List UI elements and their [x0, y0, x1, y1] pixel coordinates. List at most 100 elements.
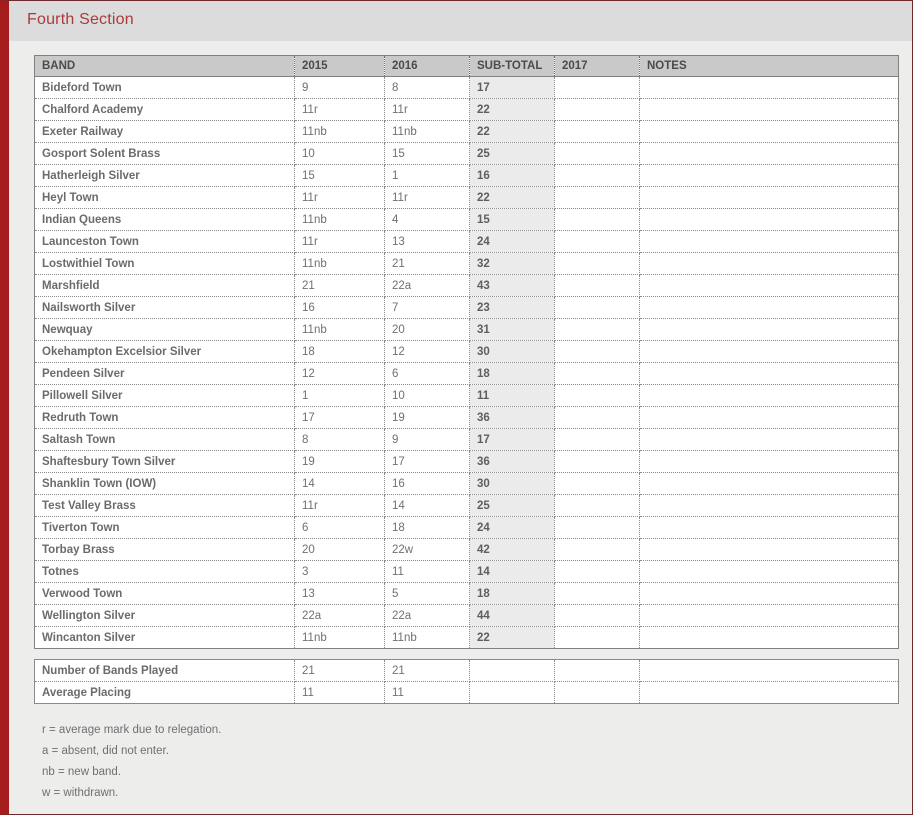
column-header-2015[interactable]: 2015 [294, 55, 385, 77]
cell-summary-label: Average Placing [34, 681, 295, 704]
cell-subtotal: 22 [469, 120, 555, 143]
cell-subtotal: 36 [469, 406, 555, 429]
column-header-notes[interactable]: NOTES [639, 55, 899, 77]
table-row: Shanklin Town (IOW) 14 16 30 [34, 472, 899, 495]
cell-2015: 6 [294, 516, 385, 539]
cell-2016: 20 [384, 318, 470, 341]
table-row: Gosport Solent Brass 10 15 25 [34, 142, 899, 165]
table-row: Hatherleigh Silver 15 1 16 [34, 164, 899, 187]
cell-notes [639, 120, 899, 143]
content-area: BAND 2015 2016 SUB-TOTAL 2017 NOTES Bide… [9, 41, 912, 814]
cell-subtotal: 18 [469, 362, 555, 385]
cell-notes [639, 164, 899, 187]
cell-2017 [554, 76, 640, 99]
table-row: Pendeen Silver 12 6 18 [34, 362, 899, 385]
cell-band: Tiverton Town [34, 516, 295, 539]
cell-2015: 3 [294, 560, 385, 583]
cell-2015: 11nb [294, 208, 385, 231]
cell-notes [639, 362, 899, 385]
table-row: Indian Queens 11nb 4 15 [34, 208, 899, 231]
column-header-subtotal[interactable]: SUB-TOTAL [469, 55, 555, 77]
table-row: Shaftesbury Town Silver 19 17 36 [34, 450, 899, 473]
cell-band: Indian Queens [34, 208, 295, 231]
cell-band: Redruth Town [34, 406, 295, 429]
results-table-header: BAND 2015 2016 SUB-TOTAL 2017 NOTES [34, 55, 899, 77]
cell-notes [639, 208, 899, 231]
summary-row: Average Placing 11 11 [34, 681, 899, 704]
table-row: Saltash Town 8 9 17 [34, 428, 899, 451]
table-row: Heyl Town 11r 11r 22 [34, 186, 899, 209]
cell-notes [639, 296, 899, 319]
cell-band: Saltash Town [34, 428, 295, 451]
cell-subtotal: 30 [469, 340, 555, 363]
cell-notes [639, 516, 899, 539]
cell-subtotal: 36 [469, 450, 555, 473]
cell-2017 [554, 252, 640, 275]
cell-2017 [554, 362, 640, 385]
cell-2015: 10 [294, 142, 385, 165]
cell-band: Gosport Solent Brass [34, 142, 295, 165]
cell-subtotal: 43 [469, 274, 555, 297]
cell-band: Nailsworth Silver [34, 296, 295, 319]
table-row: Lostwithiel Town 11nb 21 32 [34, 252, 899, 275]
cell-notes [639, 659, 899, 682]
cell-2015: 11nb [294, 318, 385, 341]
cell-band: Test Valley Brass [34, 494, 295, 517]
cell-2015: 22a [294, 604, 385, 627]
cell-subtotal: 42 [469, 538, 555, 561]
cell-2015: 19 [294, 450, 385, 473]
cell-band: Hatherleigh Silver [34, 164, 295, 187]
cell-2017 [554, 494, 640, 517]
cell-band: Pendeen Silver [34, 362, 295, 385]
title-band: Fourth Section [9, 1, 912, 41]
cell-2017 [554, 274, 640, 297]
cell-2015: 11 [294, 681, 385, 704]
cell-2017 [554, 230, 640, 253]
cell-band: Newquay [34, 318, 295, 341]
cell-2015: 11r [294, 98, 385, 121]
cell-2015: 11r [294, 494, 385, 517]
cell-2015: 11r [294, 186, 385, 209]
cell-2016: 21 [384, 659, 470, 682]
cell-notes [640, 627, 899, 649]
cell-2017 [554, 340, 640, 363]
cell-2017 [554, 472, 640, 495]
cell-2017 [554, 538, 640, 561]
footnote-item: w = withdrawn. [42, 787, 119, 799]
table-row: Bideford Town 9 8 17 [34, 76, 899, 99]
column-header-2016[interactable]: 2016 [384, 55, 470, 77]
cell-2016: 11nb [384, 626, 470, 649]
results-table-body: Bideford Town 9 8 17 Chalford Academy 11r 11r 2… [34, 76, 899, 649]
cell-2016: 22w [384, 538, 470, 561]
cell-2015: 15 [294, 164, 385, 187]
column-header-band[interactable]: BAND [34, 55, 295, 77]
page-frame: Fourth Section BAND 2015 2016 SUB-TOTAL … [0, 0, 913, 815]
cell-2017 [554, 120, 640, 143]
cell-notes [639, 450, 899, 473]
cell-2017 [554, 384, 640, 407]
cell-2017 [554, 428, 640, 451]
column-header-2017[interactable]: 2017 [554, 55, 640, 77]
cell-2017 [554, 604, 640, 627]
cell-2016: 21 [384, 252, 470, 275]
table-row: Exeter Railway 11nb 11nb 22 [34, 120, 899, 143]
cell-2016: 19 [384, 406, 470, 429]
cell-2016: 14 [384, 494, 470, 517]
cell-subtotal: 18 [469, 582, 555, 605]
cell-2016: 4 [384, 208, 470, 231]
cell-2015: 8 [294, 428, 385, 451]
header-row: BAND 2015 2016 SUB-TOTAL 2017 NOTES [34, 55, 899, 77]
cell-2015: 11nb [294, 120, 385, 143]
cell-2016: 18 [384, 516, 470, 539]
cell-2017 [554, 296, 640, 319]
cell-subtotal: 25 [469, 494, 555, 517]
cell-notes [639, 406, 899, 429]
table-row: Tiverton Town 6 18 24 [34, 516, 899, 539]
cell-band: Launceston Town [34, 230, 295, 253]
table-row: Redruth Town 17 19 36 [34, 406, 899, 429]
table-row: Wellington Silver 22a 22a 44 [34, 604, 899, 627]
cell-2016: 6 [384, 362, 470, 385]
cell-subtotal: 17 [469, 428, 555, 451]
cell-2015: 9 [294, 76, 385, 99]
cell-band: Chalford Academy [34, 98, 295, 121]
